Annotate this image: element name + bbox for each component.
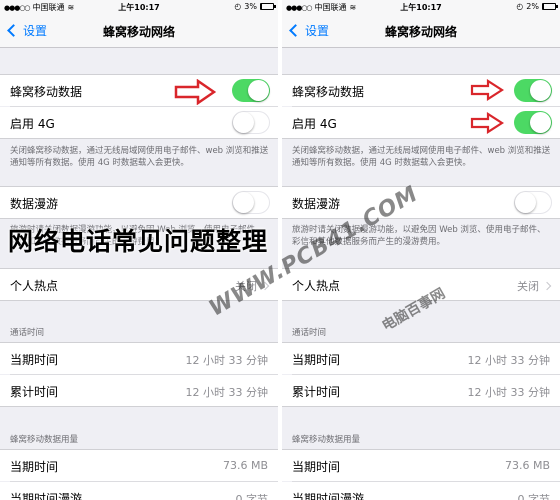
roaming-label: 数据漫游 [10, 197, 59, 211]
cellular-footnote: 关闭蜂窝移动数据，通过无线局域网使用电子邮件、web 浏览和推送通知等所有数据。… [10, 146, 269, 168]
cell-usage-current: 当期时间 73.6 MB [0, 450, 278, 481]
toggle-knob [233, 192, 254, 213]
call-time-header: 通话时间 [10, 328, 45, 338]
overlay-title: 网络电话常见问题整理 [8, 227, 269, 256]
divider [0, 138, 278, 139]
divider [282, 406, 560, 407]
roaming-toggle[interactable] [232, 191, 270, 214]
usage-roaming-value: 0 字节 [235, 493, 269, 500]
cell-enable-4g: 启用 4G [0, 107, 278, 138]
chevron-right-icon [542, 281, 552, 291]
call-time-header: 通话时间 [292, 328, 327, 338]
nav-bar: 设置 蜂窝移动网络 [282, 14, 560, 48]
enable-4g-label: 启用 4G [292, 117, 337, 131]
usage-current-label: 当期时间 [292, 460, 341, 474]
divider [0, 218, 278, 219]
current-period-label: 当期时间 [292, 353, 341, 367]
cellular-footnote: 关闭蜂窝移动数据，通过无线局域网使用电子邮件、web 浏览和推送通知等所有数据。… [292, 146, 551, 168]
lifetime-label: 累计时间 [10, 385, 59, 399]
usage-current-value: 73.6 MB [504, 459, 550, 472]
battery-percent: 3% [244, 2, 257, 11]
usage-roaming-label: 当期时间漫游 [292, 492, 365, 500]
usage-roaming-label: 当期时间漫游 [10, 492, 83, 500]
usage-current-value: 73.6 MB [222, 459, 268, 472]
current-period-value: 12 小时 33 分钟 [185, 354, 268, 367]
cell-enable-4g: 启用 4G [282, 107, 560, 138]
toggle-knob [248, 80, 269, 101]
enable-4g-label: 启用 4G [10, 117, 55, 131]
divider [282, 218, 560, 219]
red-arrow-icon [470, 112, 504, 134]
hotspot-value: 关闭 [517, 278, 552, 294]
red-arrow-icon [174, 79, 216, 105]
battery-icon [542, 3, 558, 10]
cellular-data-toggle[interactable] [232, 79, 270, 102]
cellular-data-label: 蜂窝移动数据 [292, 85, 365, 99]
hotspot-label: 个人热点 [292, 279, 341, 293]
status-right: ◴ 2% [516, 2, 558, 11]
cell-lifetime: 累计时间 12 小时 33 分钟 [0, 375, 278, 406]
hotspot-label: 个人热点 [10, 279, 59, 293]
usage-header: 蜂窝移动数据用量 [292, 435, 361, 445]
cell-usage-roaming: 当期时间漫游 0 字节 [0, 482, 278, 500]
toggle-knob [233, 112, 254, 133]
current-period-label: 当期时间 [10, 353, 59, 367]
divider [282, 138, 560, 139]
enable-4g-toggle[interactable] [232, 111, 270, 134]
lock-rotation-icon: ◴ [516, 2, 524, 11]
cell-cellular-data: 蜂窝移动数据 [0, 75, 278, 106]
page-title: 蜂窝移动网络 [102, 25, 175, 39]
status-right: ◴ 3% [234, 2, 276, 11]
battery-icon [260, 3, 276, 10]
toggle-knob [530, 112, 551, 133]
cell-usage-roaming: 当期时间漫游 0 字节 [282, 482, 560, 500]
red-arrow-icon [470, 79, 504, 101]
cellular-data-label: 蜂窝移动数据 [10, 85, 83, 99]
cell-usage-current: 当期时间 73.6 MB [282, 450, 560, 481]
toggle-knob [530, 80, 551, 101]
lock-rotation-icon: ◴ [234, 2, 242, 11]
roaming-label: 数据漫游 [292, 197, 341, 211]
status-bar: ●●●○○ 中国联通 ≋ 上午10:17 ◴ 3% [0, 0, 278, 14]
roaming-toggle[interactable] [514, 191, 552, 214]
cell-current-period: 当期时间 12 小时 33 分钟 [0, 343, 278, 374]
usage-header: 蜂窝移动数据用量 [10, 435, 79, 445]
nav-bar: 设置 蜂窝移动网络 [0, 14, 278, 48]
toggle-knob [515, 192, 536, 213]
usage-current-label: 当期时间 [10, 460, 59, 474]
current-period-value: 12 小时 33 分钟 [467, 354, 550, 367]
lifetime-label: 累计时间 [292, 385, 341, 399]
cellular-data-toggle[interactable] [514, 79, 552, 102]
cell-cellular-data: 蜂窝移动数据 [282, 75, 560, 106]
divider [0, 406, 278, 407]
cell-current-period: 当期时间 12 小时 33 分钟 [282, 343, 560, 374]
page-title: 蜂窝移动网络 [384, 25, 457, 39]
cell-lifetime: 累计时间 12 小时 33 分钟 [282, 375, 560, 406]
hotspot-value-text: 关闭 [517, 280, 539, 293]
enable-4g-toggle[interactable] [514, 111, 552, 134]
status-bar: ●●●○○ 中国联通 ≋ 上午10:17 ◴ 2% [282, 0, 560, 14]
battery-percent: 2% [526, 2, 539, 11]
cell-roaming: 数据漫游 [0, 187, 278, 218]
lifetime-value: 12 小时 33 分钟 [185, 386, 268, 399]
usage-roaming-value: 0 字节 [517, 493, 551, 500]
lifetime-value: 12 小时 33 分钟 [467, 386, 550, 399]
